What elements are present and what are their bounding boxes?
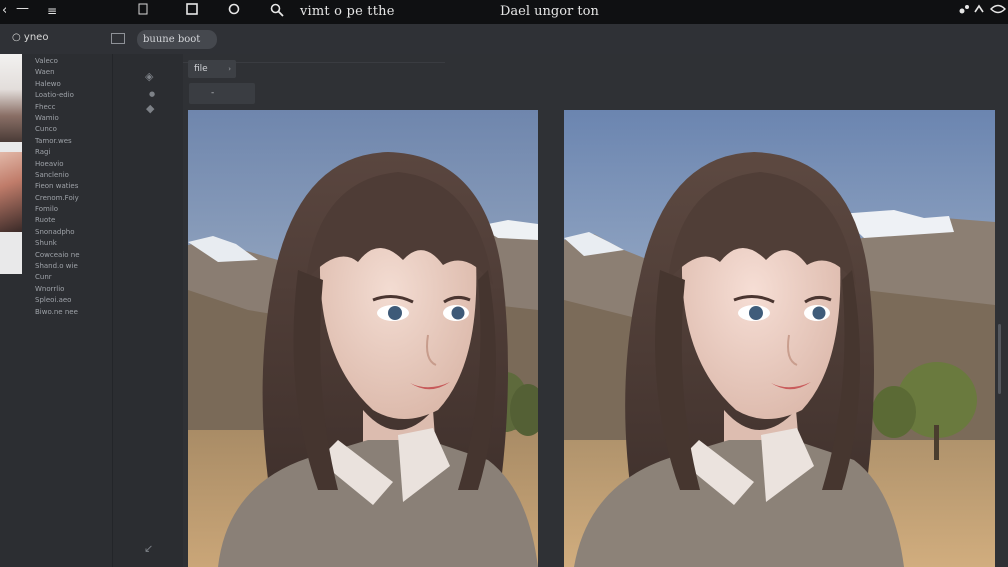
chevron-right-icon: ›: [228, 65, 231, 73]
file-field-label: file: [194, 64, 208, 74]
dot-tool-icon[interactable]: ●: [149, 90, 155, 98]
maximize-icon[interactable]: [186, 3, 198, 20]
file-list-item[interactable]: Crenom.Foiy: [35, 193, 80, 204]
portrait-image-left: [188, 110, 538, 567]
file-list-item[interactable]: Cunr: [35, 272, 80, 283]
file-list-item[interactable]: Spleoi.aeo: [35, 295, 80, 306]
sub-field[interactable]: -: [189, 83, 255, 104]
arrow-down-icon[interactable]: ↙: [144, 542, 153, 555]
file-list-item[interactable]: Sanclenio: [35, 170, 80, 181]
share-icon[interactable]: [958, 3, 970, 20]
file-list-item[interactable]: Halewo: [35, 79, 80, 90]
back-icon[interactable]: ‹: [2, 3, 7, 19]
document-name: Dael ungor ton: [500, 4, 599, 19]
file-list-item[interactable]: Wnorrlio: [35, 284, 80, 295]
thumbnail-2[interactable]: [0, 152, 22, 232]
menu-icon[interactable]: ≡: [47, 3, 57, 19]
file-list: Valeco Waen Halewo Loatio-edio Fhecc Wamio Cun…: [35, 56, 80, 318]
file-list-item[interactable]: Biwo.ne nee: [35, 307, 80, 318]
file-list-item[interactable]: Fieon waties: [35, 181, 80, 192]
page-icon[interactable]: [138, 3, 148, 20]
file-list-item[interactable]: Shand.o wie: [35, 261, 80, 272]
file-list-item[interactable]: Cowceaio ne: [35, 250, 80, 261]
file-field[interactable]: file ›: [188, 60, 236, 78]
file-list-item[interactable]: Fhecc: [35, 102, 80, 113]
caret-icon[interactable]: [974, 3, 984, 20]
tool-strip: ◈ ● ◆ ↙: [113, 54, 183, 567]
main-canvas: file › -: [183, 54, 1008, 567]
window-title: vimt o pe tthe: [300, 4, 395, 19]
file-list-item[interactable]: Shunk: [35, 238, 80, 249]
search-icon[interactable]: [270, 3, 284, 22]
radio-icon: ○: [12, 32, 21, 43]
circle-icon[interactable]: [228, 3, 240, 20]
diamond-fill-icon[interactable]: ◆: [146, 102, 154, 115]
file-list-item[interactable]: Hoeavio: [35, 159, 80, 170]
portrait-image-right: [564, 110, 995, 567]
image-panel-right[interactable]: [564, 110, 995, 567]
file-list-item[interactable]: Loatio-edio: [35, 90, 80, 101]
toolbar-button[interactable]: buune boot: [137, 30, 217, 49]
file-list-item[interactable]: Tamor.wes: [35, 136, 80, 147]
options-label: yneo: [23, 32, 49, 43]
file-list-item[interactable]: Fomilo: [35, 204, 80, 215]
options-toggle[interactable]: ○ yneo: [12, 32, 48, 43]
file-list-item[interactable]: Snonadpho: [35, 227, 80, 238]
image-panel-left[interactable]: [188, 110, 538, 567]
file-list-item[interactable]: Waen: [35, 67, 80, 78]
thumbnail-1[interactable]: [0, 54, 22, 142]
diamond-tool-icon[interactable]: ◈: [145, 70, 153, 83]
file-list-item[interactable]: Ruote: [35, 215, 80, 226]
frame-icon[interactable]: [111, 33, 125, 44]
file-list-item[interactable]: Wamio: [35, 113, 80, 124]
file-list-item[interactable]: Valeco: [35, 56, 80, 67]
title-bar: ‹ — ≡ vimt o pe tthe Dael ungor ton: [0, 0, 1008, 24]
minimize-icon[interactable]: —: [16, 1, 29, 17]
vertical-scrollbar[interactable]: [998, 324, 1001, 394]
left-panel: Valeco Waen Halewo Loatio-edio Fhecc Wamio Cun…: [0, 54, 113, 567]
thumbnail-strip: [0, 54, 22, 274]
eye-icon[interactable]: [990, 3, 1006, 20]
toolbar: ○ yneo buune boot: [0, 24, 1008, 55]
file-list-item[interactable]: Ragi: [35, 147, 80, 158]
file-list-item[interactable]: Cunco: [35, 124, 80, 135]
